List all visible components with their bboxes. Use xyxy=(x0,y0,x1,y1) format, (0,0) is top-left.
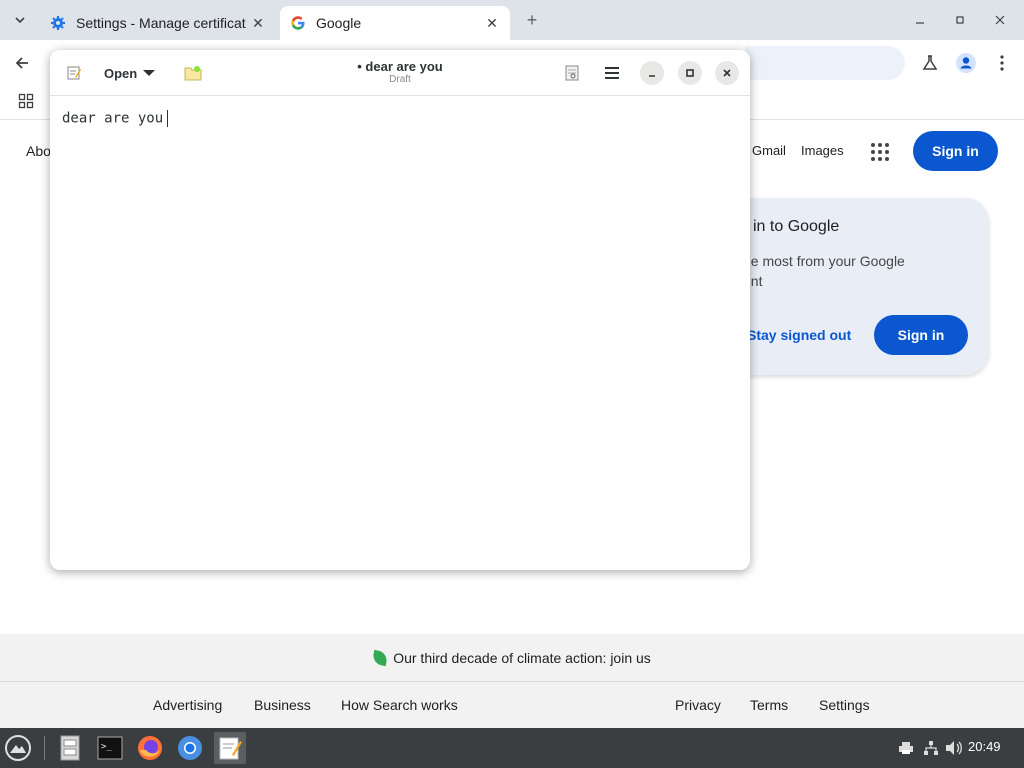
tab-search-chevron-icon[interactable] xyxy=(8,8,32,32)
text-editor-window: Open • dear are you Draft dear are you xyxy=(50,50,750,570)
climate-banner[interactable]: Our third decade of climate action: join… xyxy=(0,634,1024,682)
new-tab-plus-icon[interactable]: + xyxy=(520,8,544,32)
tab-title: Settings - Manage certificat xyxy=(76,15,246,31)
profile-avatar-icon[interactable] xyxy=(954,51,978,75)
hamburger-menu-icon[interactable] xyxy=(602,63,622,83)
document-title: • dear are you xyxy=(357,59,443,74)
dropdown-arrow-icon xyxy=(143,70,156,76)
text-editor-app-icon xyxy=(64,63,84,83)
settings-link[interactable]: Settings xyxy=(819,697,870,713)
tab-google[interactable]: Google ✕ xyxy=(280,6,510,40)
taskbar: >_ 20:49 xyxy=(0,728,1024,768)
leaf-icon xyxy=(372,649,389,666)
clock: 20:49 xyxy=(968,739,1001,754)
start-menu-icon[interactable] xyxy=(2,732,34,764)
tab-settings[interactable]: Settings - Manage certificat ✕ xyxy=(40,6,276,40)
open-label: Open xyxy=(104,65,138,81)
how-search-works-link[interactable]: How Search works xyxy=(341,697,458,713)
prompt-subtitle-line: unt xyxy=(743,273,763,289)
tab-strip: Settings - Manage certificat ✕ Google ✕ … xyxy=(0,0,1024,40)
images-link[interactable]: Images xyxy=(801,143,844,158)
editor-content: dear are you xyxy=(62,110,164,127)
labs-flask-icon[interactable] xyxy=(918,51,942,75)
terms-link[interactable]: Terms xyxy=(750,697,788,713)
new-tab-document-icon[interactable] xyxy=(182,62,204,84)
text-editor-icon[interactable] xyxy=(214,732,246,764)
firefox-icon[interactable] xyxy=(134,732,166,764)
prompt-sign-in-button[interactable]: Sign in xyxy=(874,315,968,355)
menu-kebab-icon[interactable] xyxy=(990,51,1014,75)
text-cursor xyxy=(167,110,169,127)
prompt-subtitle-line: he most from your Google xyxy=(743,253,905,269)
save-document-icon[interactable] xyxy=(562,63,582,83)
terminal-icon[interactable]: >_ xyxy=(94,732,126,764)
maximize-icon[interactable] xyxy=(678,61,702,85)
volume-icon[interactable] xyxy=(945,739,963,757)
close-tab-icon[interactable]: ✕ xyxy=(250,15,266,31)
apps-grid-icon[interactable] xyxy=(18,93,34,114)
file-manager-icon[interactable] xyxy=(54,732,86,764)
about-link[interactable]: Abo xyxy=(26,143,51,159)
close-icon[interactable] xyxy=(715,61,739,85)
prompt-title: in to Google xyxy=(753,218,840,235)
minimize-icon[interactable] xyxy=(908,8,932,32)
svg-text:>_: >_ xyxy=(101,742,112,752)
tab-title: Google xyxy=(316,15,362,31)
text-editor-area[interactable]: dear are you xyxy=(62,110,169,127)
google-apps-icon[interactable] xyxy=(866,139,892,165)
restore-icon[interactable] xyxy=(948,8,972,32)
stay-signed-out-button[interactable]: Stay signed out xyxy=(747,327,851,343)
minimize-icon[interactable] xyxy=(640,61,664,85)
open-button[interactable]: Open xyxy=(96,59,163,87)
back-arrow-icon[interactable] xyxy=(10,51,34,75)
sign-in-button[interactable]: Sign in xyxy=(913,131,998,171)
gear-icon xyxy=(50,15,66,31)
climate-text: Our third decade of climate action: join… xyxy=(393,649,651,666)
business-link[interactable]: Business xyxy=(254,697,311,713)
taskbar-separator xyxy=(44,736,45,760)
chromium-icon[interactable] xyxy=(174,732,206,764)
address-bar[interactable] xyxy=(745,46,905,80)
gmail-link[interactable]: Gmail xyxy=(752,143,786,158)
google-g-icon xyxy=(290,15,306,31)
document-status: Draft xyxy=(389,74,411,85)
editor-header-bar: Open • dear are you Draft xyxy=(50,50,750,96)
close-tab-icon[interactable]: ✕ xyxy=(484,15,500,31)
advertising-link[interactable]: Advertising xyxy=(153,697,222,713)
close-window-icon[interactable] xyxy=(988,8,1012,32)
privacy-link[interactable]: Privacy xyxy=(675,697,721,713)
google-footer: Our third decade of climate action: join… xyxy=(0,634,1024,728)
printer-icon[interactable] xyxy=(897,739,915,757)
network-icon[interactable] xyxy=(922,739,940,757)
prompt-subtitle: he most from your Google unt xyxy=(743,251,943,291)
